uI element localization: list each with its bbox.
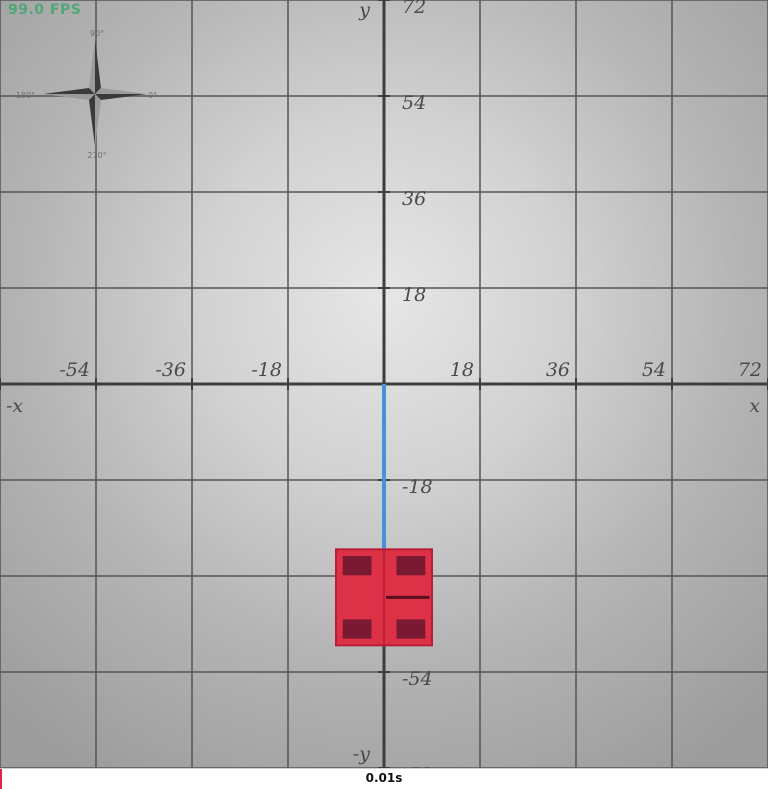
y-axis-negative-label: -y xyxy=(353,743,370,765)
robot[interactable] xyxy=(335,548,433,647)
compass-west-label: 180° xyxy=(16,91,35,100)
robot-wheel xyxy=(342,619,372,639)
x-axis-negative-label: -x xyxy=(6,395,23,417)
y-tick-label: -54 xyxy=(402,668,433,690)
compass-star xyxy=(43,39,147,146)
timeline-bar[interactable]: 0.01s xyxy=(0,768,768,789)
y-tick-label: 18 xyxy=(402,284,426,306)
x-tick-label: 54 xyxy=(642,359,666,381)
x-tick-label: -18 xyxy=(251,359,282,381)
robot-wheel xyxy=(342,556,372,576)
y-tick-label: 36 xyxy=(402,188,426,210)
y-axis-label: y xyxy=(358,0,370,21)
compass-rose-icon: 90° 0° 270° 180° xyxy=(16,29,157,160)
timeline-time-label: 0.01s xyxy=(365,771,403,785)
robot-wheel xyxy=(396,619,426,639)
y-tick-label: 72 xyxy=(402,0,426,18)
compass-east-label: 0° xyxy=(148,91,157,100)
robot-wheel xyxy=(396,556,426,576)
compass-north-label: 90° xyxy=(90,29,104,38)
x-tick-label: 36 xyxy=(546,359,570,381)
y-tick-label: -18 xyxy=(402,476,433,498)
y-tick-label: 54 xyxy=(402,92,426,114)
x-tick-label: -54 xyxy=(59,359,90,381)
simulation-canvas[interactable]: -72-54-36-181836547272543618-18-54-72x-x… xyxy=(0,0,768,768)
compass-south-label: 270° xyxy=(87,151,106,160)
x-tick-label: -36 xyxy=(155,359,186,381)
x-tick-label: 72 xyxy=(738,359,762,381)
x-tick-label: 18 xyxy=(450,359,474,381)
x-axis-label: x xyxy=(749,395,760,417)
